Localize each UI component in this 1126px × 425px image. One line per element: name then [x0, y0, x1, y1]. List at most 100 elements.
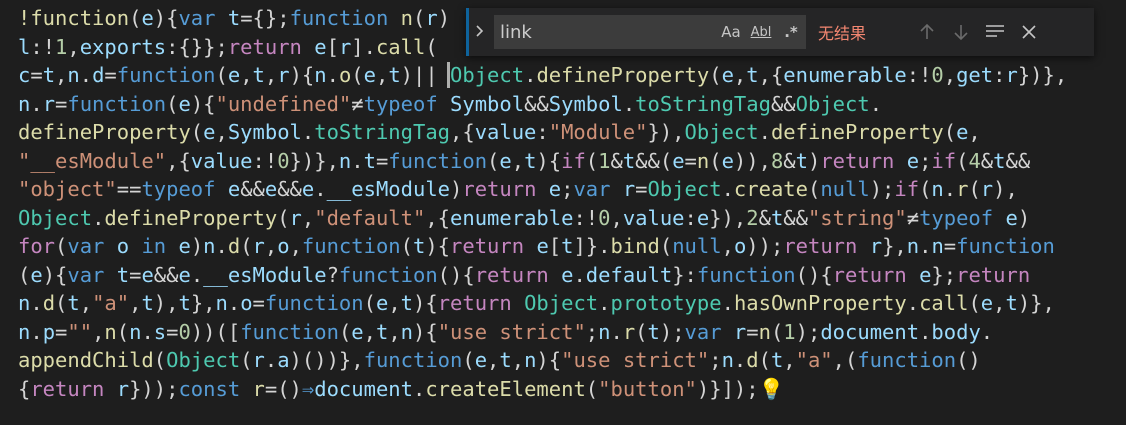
code-token: , [264, 234, 278, 258]
code-token: ,( [832, 348, 858, 372]
code-token: ≠ [351, 91, 364, 116]
code-token: value [474, 120, 537, 144]
code-token: . [524, 63, 537, 87]
code-token: , [375, 63, 389, 87]
code-token: : [906, 63, 920, 87]
code-token: , [968, 120, 981, 144]
code-token: , [264, 63, 278, 87]
code-token: ( [659, 148, 673, 173]
code-token: , [487, 348, 500, 372]
code-token: ≠ [906, 205, 920, 230]
code-token: Symbol [548, 91, 623, 116]
code-token: t [413, 234, 426, 258]
code-token: r [956, 177, 969, 201]
code-token: )())}, [289, 348, 364, 372]
code-token: e [980, 291, 994, 315]
find-in-selection-button[interactable] [978, 15, 1012, 49]
code-token: t [561, 234, 574, 258]
code-token: && [1005, 148, 1031, 173]
code-token: ( [351, 63, 364, 87]
code-token: t [400, 291, 413, 315]
code-token: ]. [351, 34, 376, 59]
code-token: "undefined" [215, 91, 352, 116]
code-line[interactable]: n.p="",n(n.s=0))([function(e,t,n){"use s… [18, 318, 1126, 347]
lightbulb-icon[interactable]: 💡 [759, 377, 785, 401]
code-line[interactable]: appendChild(Object(r.a)())},function(e,t… [18, 346, 1126, 375]
find-input[interactable]: link [494, 17, 716, 47]
code-token: const [178, 376, 241, 401]
code-token: . [869, 91, 883, 116]
toggle-replace-button[interactable] [466, 8, 490, 56]
code-token: . [919, 234, 932, 258]
close-find-button[interactable] [1012, 15, 1046, 49]
code-token: Symbol [227, 120, 302, 144]
code-token: "object" [18, 177, 117, 201]
code-token: p [42, 319, 56, 344]
code-line[interactable]: "object"==typeof e&&e&&e.__esModule)retu… [18, 175, 1126, 204]
code-token: ( [807, 177, 821, 201]
code-editor[interactable]: !function(e){var t={};function n(r) l:!1,… [0, 0, 1126, 425]
code-token: t [647, 319, 660, 344]
code-line[interactable]: n.r=function(e){"undefined"≠typeof Symbo… [18, 90, 1126, 119]
code-token: ); [659, 319, 685, 344]
code-token: t [116, 262, 130, 287]
code-line[interactable]: (e){var t=e&&e.__esModule?function(){ret… [18, 261, 1126, 290]
code-token: . [943, 177, 957, 201]
code-line[interactable]: n.d(t,"a",t),t},n.o=function(e,t){return… [18, 289, 1126, 318]
code-token: return [437, 291, 512, 315]
code-token: var [67, 262, 105, 287]
code-token: Symbol [450, 91, 525, 116]
code-token: r [980, 177, 994, 201]
code-token: ]}. [573, 234, 611, 258]
code-line[interactable]: "__esModule",{value:!0})},n.t=function(e… [18, 147, 1126, 176]
next-match-button[interactable] [944, 15, 978, 49]
code-token: . [79, 63, 93, 87]
code-area[interactable]: !function(e){var t={};function n(r) l:!1,… [18, 4, 1126, 403]
code-line[interactable]: {return r}));const r=()⇒document.createE… [18, 375, 1126, 404]
code-token: ) [437, 6, 451, 30]
regex-toggle[interactable]: .* [776, 17, 806, 47]
code-line[interactable]: defineProperty(e,Symbol.toStringTag,{val… [18, 118, 1126, 147]
code-token: : [684, 205, 697, 230]
code-token: e [30, 262, 43, 287]
code-token: t [141, 291, 154, 315]
code-token: default [585, 262, 673, 287]
code-token: . [573, 262, 586, 287]
code-line[interactable]: for(var o in e)n.d(r,o,function(t){retur… [18, 232, 1126, 261]
code-token: ( [585, 376, 599, 401]
code-token: . [30, 91, 43, 116]
code-token: e [499, 148, 512, 173]
code-token: e [314, 34, 327, 59]
code-token: e [721, 148, 734, 173]
code-token: ){ [413, 291, 438, 315]
code-token: = [55, 91, 68, 116]
code-token: == [116, 177, 142, 201]
code-token: "a" [92, 291, 130, 315]
code-token: in [141, 234, 167, 258]
code-line[interactable]: Object.defineProperty(r,"default",{enume… [18, 204, 1126, 233]
code-line[interactable]: c=t,n.d=function(e,t,r){n.o(e,t)|| Objec… [18, 61, 1126, 90]
previous-match-button[interactable] [910, 15, 944, 49]
code-token: "default" [314, 205, 426, 230]
whole-word-toggle[interactable]: Abl [746, 17, 776, 47]
code-token: . [758, 120, 771, 144]
code-token: ( [338, 319, 352, 344]
code-token: , [129, 291, 142, 315]
code-token: function [240, 319, 339, 344]
code-token: ( [116, 319, 130, 344]
code-token: & [783, 148, 796, 173]
code-token: 1 [55, 34, 68, 59]
code-token: ) [190, 234, 204, 258]
code-token: [ [548, 234, 562, 258]
code-token: ( [153, 348, 167, 372]
code-token: ( [709, 63, 722, 87]
code-token: , [289, 234, 302, 258]
code-token: o [116, 234, 130, 258]
match-case-toggle[interactable]: Aa [716, 17, 746, 47]
code-token: 1 [598, 148, 611, 173]
code-token: get [956, 63, 994, 87]
code-token: & [610, 148, 623, 173]
